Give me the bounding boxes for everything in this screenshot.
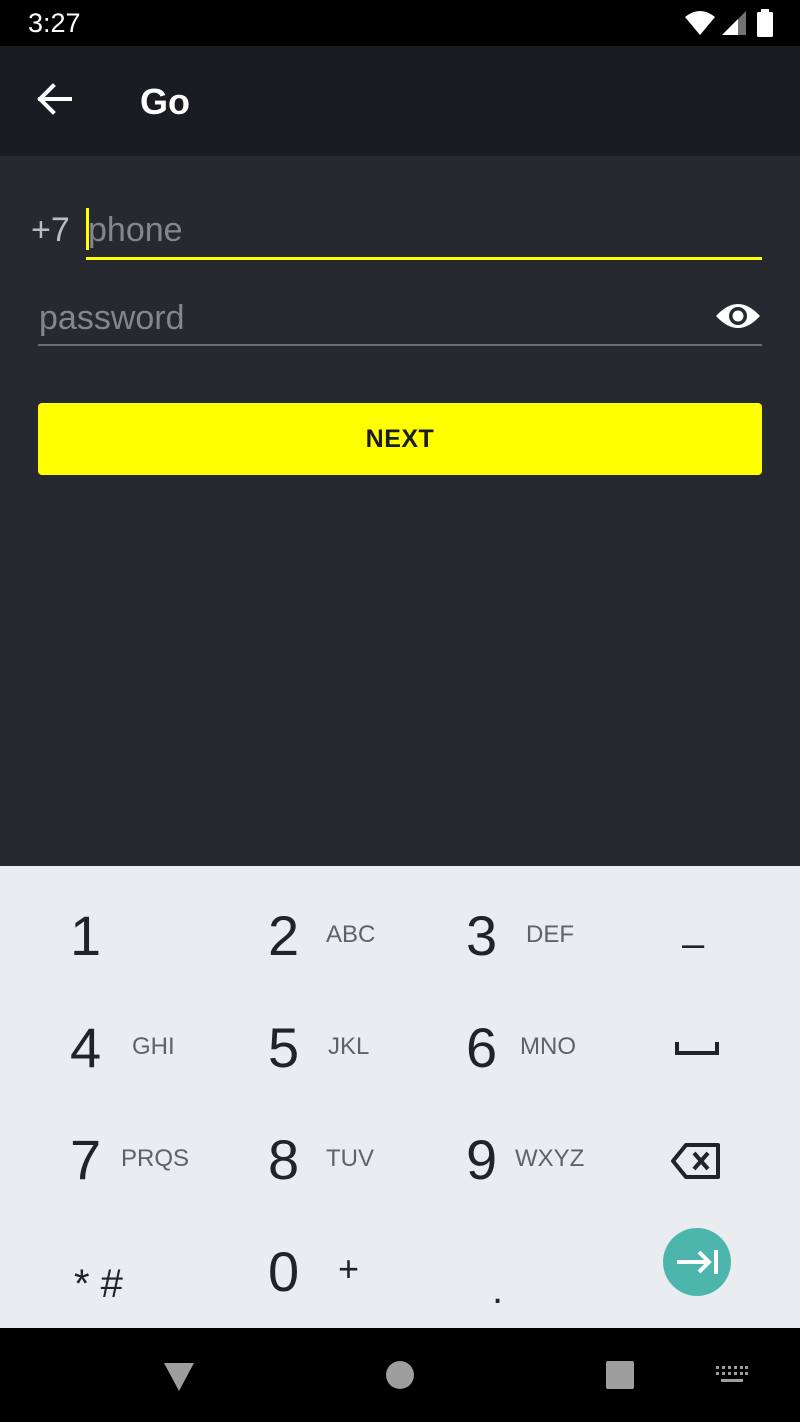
status-bar: 3:27 xyxy=(0,0,800,46)
signal-icon xyxy=(722,11,746,35)
key-letters: MNO xyxy=(520,1033,576,1060)
key-digit: 8 xyxy=(268,1128,300,1191)
arrow-left-icon xyxy=(37,83,72,115)
key-0[interactable]: 0 + xyxy=(200,1216,400,1328)
key-digit: 0 xyxy=(268,1240,300,1303)
password-input[interactable]: password xyxy=(38,290,762,346)
country-code-label: +7 xyxy=(31,211,70,249)
key-digit: 3 xyxy=(466,904,498,967)
battery-icon xyxy=(757,9,773,37)
eye-icon xyxy=(716,304,760,328)
key-space[interactable] xyxy=(600,992,800,1104)
back-triangle-icon[interactable] xyxy=(162,1361,196,1393)
key-7[interactable]: 7 PRQS xyxy=(0,1104,200,1216)
key-star-hash[interactable]: * # xyxy=(0,1216,200,1328)
backspace-icon xyxy=(671,1143,720,1179)
key-letters: JKL xyxy=(328,1033,370,1060)
next-button[interactable]: NEXT xyxy=(38,403,762,475)
key-letters: + xyxy=(338,1248,360,1289)
next-field-icon xyxy=(663,1228,731,1296)
page-title: Go xyxy=(140,81,190,122)
key-4[interactable]: 4 GHI xyxy=(0,992,200,1104)
app-bar: Go xyxy=(0,46,800,156)
key-digit: 6 xyxy=(466,1016,498,1079)
key-digit: * # xyxy=(74,1262,123,1306)
phone-input[interactable]: phone xyxy=(86,200,762,260)
key-digit: 1 xyxy=(70,904,102,967)
wifi-icon xyxy=(685,11,715,35)
key-6[interactable]: 6 MNO xyxy=(400,992,600,1104)
status-time: 3:27 xyxy=(28,8,81,38)
key-digit: – xyxy=(682,922,705,966)
key-letters: PRQS xyxy=(121,1145,190,1172)
key-digit: . xyxy=(492,1268,504,1312)
key-letters: TUV xyxy=(326,1145,374,1172)
recents-square-icon[interactable] xyxy=(605,1360,635,1390)
key-letters: WXYZ xyxy=(515,1145,585,1172)
key-2[interactable]: 2 ABC xyxy=(200,880,400,992)
phone-placeholder: phone xyxy=(88,211,183,249)
key-3[interactable]: 3 DEF xyxy=(400,880,600,992)
navigation-bar xyxy=(0,1328,800,1422)
key-1[interactable]: 1 xyxy=(0,880,200,992)
password-visibility-toggle[interactable] xyxy=(714,296,762,336)
key-letters: GHI xyxy=(132,1033,175,1060)
key-digit: 5 xyxy=(268,1016,300,1079)
key-digit: 7 xyxy=(70,1128,102,1191)
status-icons xyxy=(684,9,774,37)
back-button[interactable] xyxy=(26,71,82,127)
key-9[interactable]: 9 WXYZ xyxy=(400,1104,600,1216)
key-next-field[interactable] xyxy=(600,1216,800,1328)
home-circle-icon[interactable] xyxy=(385,1360,415,1390)
key-dot[interactable]: . xyxy=(400,1216,600,1328)
key-digit: 2 xyxy=(268,904,300,967)
key-letters: ABC xyxy=(326,921,376,948)
key-letters: DEF xyxy=(526,921,574,948)
key-dash[interactable]: – xyxy=(600,880,800,992)
password-placeholder: password xyxy=(39,299,185,337)
numeric-keyboard: 1 2 ABC 3 DEF – 4 GHI 5 JKL 6 MNO 7 PRQS… xyxy=(0,866,800,1328)
space-icon xyxy=(675,1042,719,1055)
key-5[interactable]: 5 JKL xyxy=(200,992,400,1104)
keyboard-icon[interactable] xyxy=(715,1364,749,1386)
key-backspace[interactable] xyxy=(600,1104,800,1216)
key-8[interactable]: 8 TUV xyxy=(200,1104,400,1216)
key-digit: 9 xyxy=(466,1128,498,1191)
key-digit: 4 xyxy=(70,1016,102,1079)
